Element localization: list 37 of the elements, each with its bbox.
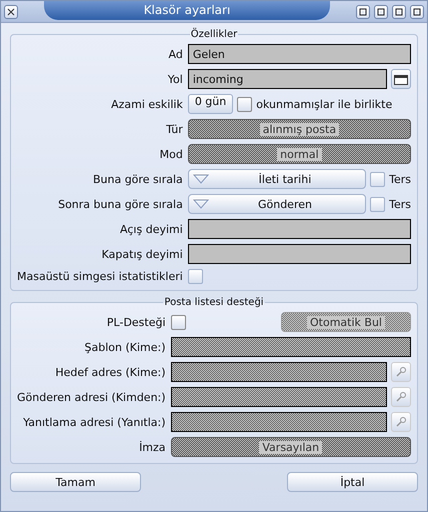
checkbox-label: Ters: [389, 198, 411, 210]
window-title: Klasör ayarları: [44, 1, 330, 20]
checkbox[interactable]: [188, 269, 203, 284]
field-label: Sonra buna göre sırala: [57, 198, 183, 210]
checkbox-label: okunmamışlar ile birlikte: [256, 98, 392, 110]
group-title: Özellikler: [190, 29, 238, 40]
field-label: Ad: [167, 48, 183, 60]
field-label: Azami eskilik: [110, 98, 183, 110]
field-label: Şablon (Kime:): [84, 340, 166, 354]
field-label: Yanıtlama adresi (Yanıtla:): [22, 416, 166, 428]
group-title: Posta listesi desteği: [163, 297, 265, 308]
dropdown[interactable]: Gönderen: [188, 194, 366, 214]
dropdown-arrow-icon: [192, 199, 209, 209]
dropdown-arrow-icon: [192, 174, 209, 184]
checkbox[interactable]: [370, 196, 386, 212]
field-label: PL-Desteği: [106, 316, 166, 328]
dropdown[interactable]: İleti tarihi: [188, 169, 366, 189]
checkbox-label: Ters: [389, 172, 411, 186]
folder-icon[interactable]: [391, 69, 411, 89]
field-label: İmza: [138, 440, 166, 454]
input-field[interactable]: [188, 244, 411, 264]
input-field[interactable]: [188, 219, 411, 239]
input-field[interactable]: incoming: [188, 69, 387, 89]
dialog-button[interactable]: Tamam: [10, 472, 141, 492]
field-label: Masaüstü simgesi istatistikleri: [17, 270, 183, 283]
field-label: Hedef adres (Kime:): [54, 366, 166, 378]
dialog-button[interactable]: İptal: [287, 472, 418, 492]
field-label: Tür: [165, 122, 183, 136]
field-label: Mod: [158, 148, 183, 160]
checkbox[interactable]: [370, 172, 386, 186]
field-label: Gönderen adresi (Kimden:): [17, 390, 166, 404]
input-field[interactable]: Gelen: [188, 44, 411, 64]
field-label: Kapatış deyimi: [100, 248, 183, 260]
field-label: Yol: [166, 72, 183, 86]
field-label: Açış deyimi: [119, 222, 183, 236]
field-label: Buna göre sırala: [92, 172, 183, 186]
close-icon[interactable]: [4, 4, 18, 18]
